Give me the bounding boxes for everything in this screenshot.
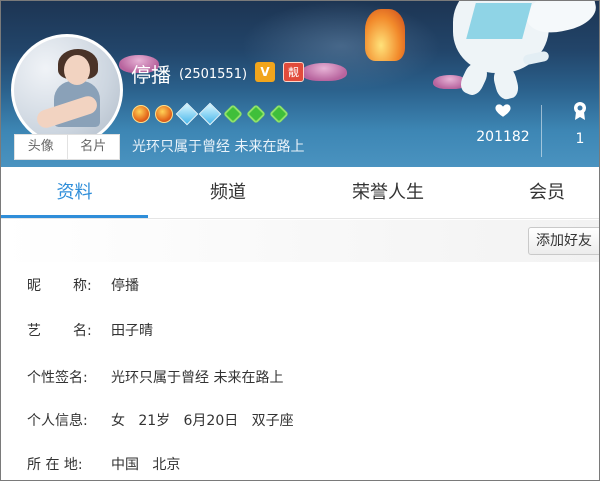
vip-badge-icon[interactable]: V	[255, 62, 275, 82]
tab-profile[interactable]: 资料	[1, 167, 148, 219]
avatar-buttons: 头像 名片	[14, 134, 120, 160]
leaf-medal-icon[interactable]	[246, 104, 266, 124]
leaf-medal-icon[interactable]	[269, 104, 289, 124]
personal-info-value: 女 21岁 6月20日 双子座	[111, 413, 294, 429]
avatar[interactable]	[11, 34, 123, 146]
tab-channel[interactable]: 频道	[158, 167, 298, 219]
diamond-medal-icon[interactable]	[175, 102, 199, 126]
nickname-value: 停播	[111, 278, 139, 294]
crown-medal-icon[interactable]	[154, 104, 174, 124]
header-signature: 光环只属于曾经 未来在路上	[132, 139, 305, 155]
awards-stat[interactable]: 1	[567, 101, 593, 147]
stats-divider	[541, 105, 542, 157]
nickname-title: 停播	[131, 63, 171, 87]
active-tab-indicator	[1, 215, 148, 218]
signature-value: 光环只属于曾经 未来在路上	[111, 370, 284, 386]
stage-name-label-part1: 艺	[27, 323, 41, 339]
tab-membership[interactable]: 会员	[509, 167, 585, 219]
action-bar	[1, 220, 599, 262]
heart-icon	[495, 104, 511, 117]
likes-count: 201182	[476, 129, 530, 145]
lantern-decoration	[365, 9, 405, 61]
lotus-decoration	[301, 63, 347, 81]
avatar-photo-button[interactable]: 头像	[15, 135, 67, 159]
business-card-button[interactable]: 名片	[66, 135, 120, 159]
signature-row: 个性签名: 光环只属于曾经 未来在路上	[27, 367, 587, 387]
tab-honors[interactable]: 荣誉人生	[317, 167, 459, 219]
stage-name-row: 艺 名: 田子晴	[27, 320, 587, 340]
personal-info-label: 个人信息:	[27, 413, 88, 429]
likes-stat[interactable]: 201182	[475, 101, 531, 145]
profile-window: 停播 (2501551) V 靓 光环只属于曾经 未来在路上 201182 1 …	[0, 0, 600, 481]
location-value: 中国 北京	[111, 457, 181, 473]
nickname-row: 昵 称: 停播	[27, 275, 587, 295]
stage-name-value: 田子晴	[111, 323, 153, 339]
award-icon	[574, 102, 586, 120]
avatar-area: 头像 名片	[11, 34, 123, 160]
location-label: 所 在 地:	[27, 457, 83, 473]
liang-badge-icon[interactable]: 靓	[283, 62, 304, 82]
crown-medal-icon[interactable]	[131, 104, 151, 124]
nickname-label-part1: 昵	[27, 278, 41, 294]
medal-row	[131, 102, 289, 126]
stage-name-label-part2: 名:	[73, 323, 92, 339]
nickname-label-part2: 称:	[73, 278, 92, 294]
signature-label: 个性签名:	[27, 370, 88, 386]
rabbit-scarf-decoration	[466, 3, 532, 39]
personal-info-row: 个人信息: 女 21岁 6月20日 双子座	[27, 410, 587, 430]
leaf-medal-icon[interactable]	[223, 104, 243, 124]
location-row: 所 在 地: 中国 北京	[27, 454, 587, 474]
diamond-medal-icon[interactable]	[198, 102, 222, 126]
add-friend-button[interactable]: 添加好友	[528, 227, 599, 255]
profile-tabs: 资料 频道 荣誉人生 会员	[1, 167, 599, 219]
user-id: (2501551)	[179, 67, 248, 82]
awards-count: 1	[575, 131, 585, 147]
